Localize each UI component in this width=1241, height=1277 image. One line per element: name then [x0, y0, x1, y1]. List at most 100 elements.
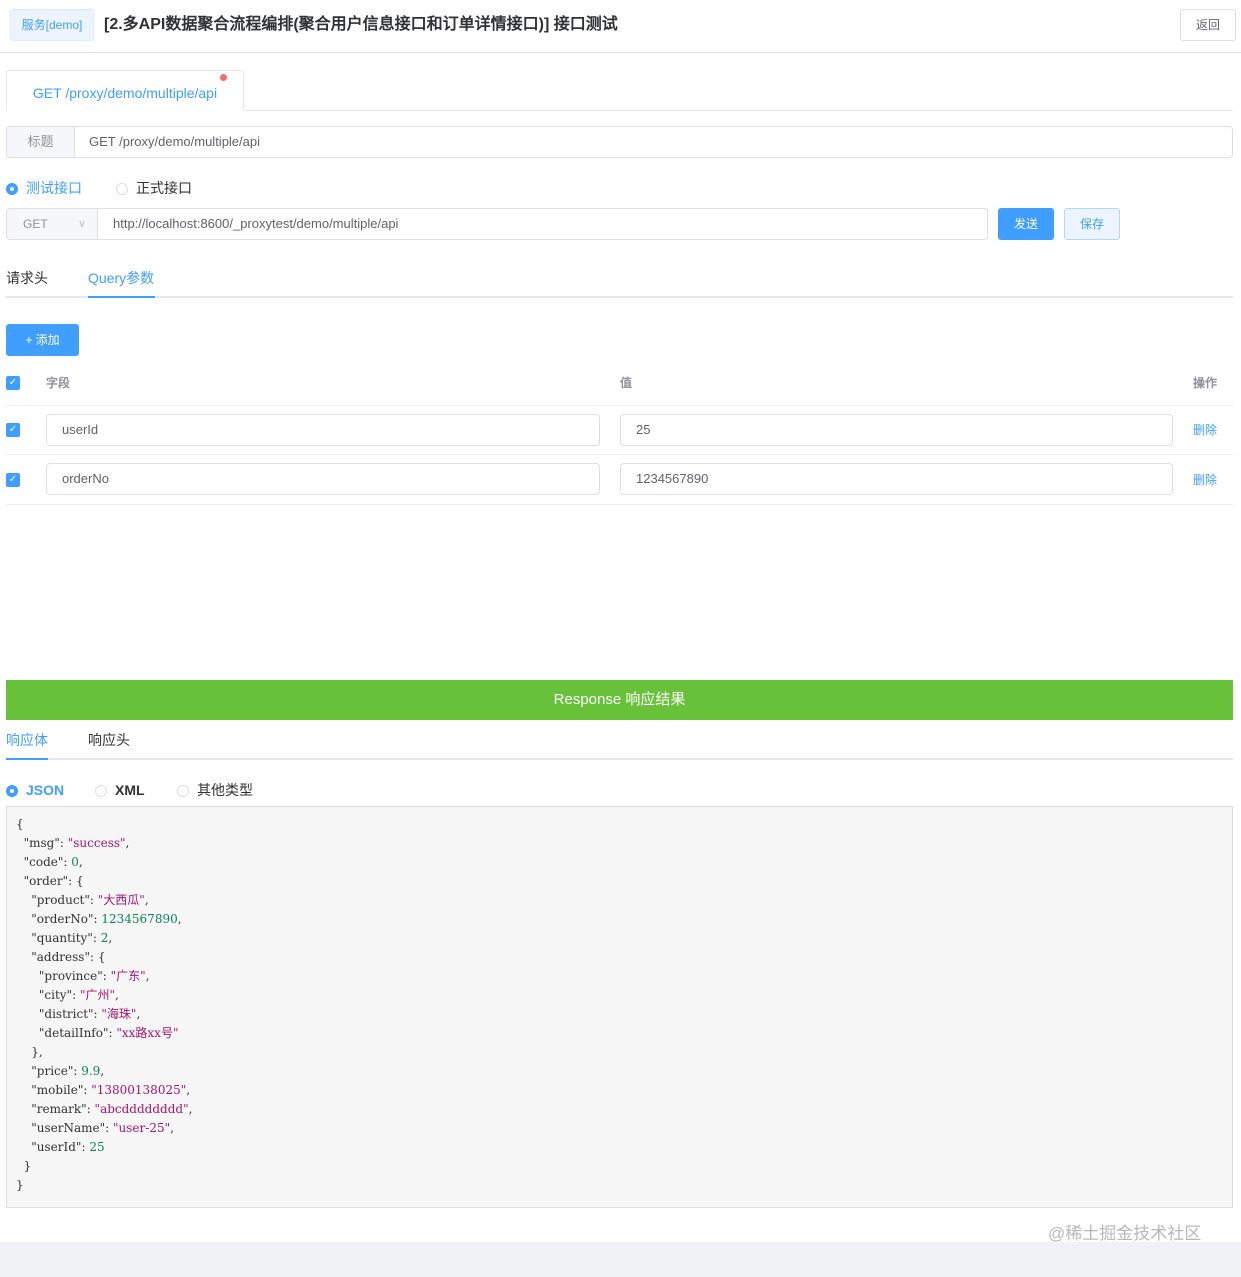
save-button[interactable]: 保存	[1064, 208, 1120, 240]
radio-format-other-label: 其他类型	[197, 782, 253, 798]
param-tabs-divider	[6, 296, 1233, 298]
json-string: "13800138025"	[91, 1083, 187, 1097]
response-json-code: { "msg": "success", "code": 0, "order": …	[16, 815, 192, 1195]
title-prefix-label: 标题	[7, 127, 75, 157]
table-divider	[6, 454, 1233, 455]
json-token: ,	[186, 1083, 191, 1097]
json-token: : {	[68, 874, 84, 888]
json-token: "code"	[16, 855, 64, 869]
response-header-bar: Response 响应结果	[6, 680, 1233, 720]
json-token: ,	[177, 912, 182, 926]
json-string: "广州"	[79, 988, 115, 1002]
request-tab[interactable]: GET /proxy/demo/multiple/api	[6, 70, 244, 111]
param-tab-active-indicator	[88, 296, 155, 298]
json-token: ,	[170, 1121, 174, 1135]
delete-row-link[interactable]: 删除	[1193, 422, 1217, 438]
json-token: "price"	[16, 1064, 74, 1078]
json-token: "userName"	[16, 1121, 106, 1135]
column-header-value: 值	[620, 376, 633, 390]
tab-response-body[interactable]: 响应体	[6, 730, 48, 750]
json-string: "大西瓜"	[97, 893, 145, 907]
json-token: "msg"	[16, 836, 60, 850]
radio-test-env[interactable]: 测试接口	[6, 180, 82, 196]
json-token: "detailInfo"	[16, 1026, 109, 1040]
json-token: :	[86, 1102, 95, 1116]
add-param-button[interactable]: + 添加	[6, 324, 79, 356]
radio-unchecked-icon	[116, 183, 128, 195]
json-number: 25	[89, 1140, 105, 1154]
radio-checked-icon	[6, 785, 18, 797]
radio-format-other[interactable]: 其他类型	[177, 782, 253, 798]
url-input[interactable]: http://localhost:8600/_proxytest/demo/mu…	[97, 208, 988, 240]
json-token: },	[16, 1045, 43, 1059]
page-footer	[0, 1242, 1241, 1277]
page-title: [2.多API数据聚合流程编排(聚合用户信息接口和订单详情接口)] 接口测试	[104, 16, 618, 33]
code-line: "orderNo": 1234567890,	[16, 910, 192, 929]
json-token: "product"	[16, 893, 90, 907]
code-line: },	[16, 1043, 192, 1062]
title-input[interactable]: GET /proxy/demo/multiple/api	[89, 127, 260, 157]
json-token: ,	[100, 1064, 105, 1078]
json-token: ,	[115, 988, 119, 1002]
param-value-input[interactable]: 1234567890	[620, 463, 1173, 495]
unsaved-dot-icon	[220, 74, 227, 81]
code-line: "price": 9.9,	[16, 1062, 192, 1081]
json-token: "order"	[16, 874, 69, 888]
json-token: :	[72, 988, 80, 1002]
response-body-viewer[interactable]: { "msg": "success", "code": 0, "order": …	[6, 806, 1233, 1208]
tab-response-headers[interactable]: 响应头	[88, 730, 130, 750]
code-line: "city": "广州",	[16, 986, 192, 1005]
json-string: "user-25"	[113, 1121, 171, 1135]
json-token: "address"	[16, 950, 90, 964]
code-line: }	[16, 1157, 192, 1176]
param-key-input[interactable]: userId	[46, 414, 600, 446]
radio-format-xml-label: XML	[115, 782, 145, 798]
back-button[interactable]: 返回	[1180, 9, 1236, 41]
code-line: "userName": "user-25",	[16, 1119, 192, 1138]
json-token: "orderNo"	[16, 912, 94, 926]
code-line: "quantity": 2,	[16, 929, 192, 948]
row-checkbox[interactable]: ✓	[6, 473, 20, 487]
radio-format-json[interactable]: JSON	[6, 782, 64, 798]
json-token: "city"	[16, 988, 73, 1002]
title-field[interactable]: 标题 GET /proxy/demo/multiple/api	[6, 126, 1233, 158]
json-token: "userId"	[16, 1140, 82, 1154]
json-string: "xx路xx号"	[116, 1026, 179, 1040]
check-icon: ✓	[8, 377, 18, 388]
radio-format-xml[interactable]: XML	[95, 782, 145, 798]
tab-request-headers[interactable]: 请求头	[6, 268, 48, 288]
param-value-input[interactable]: 25	[620, 414, 1173, 446]
check-icon: ✓	[8, 474, 18, 485]
column-header-action: 操作	[1193, 376, 1218, 390]
json-token: ,	[144, 893, 149, 907]
delete-row-link[interactable]: 删除	[1193, 472, 1217, 488]
json-token: ,	[188, 1102, 193, 1116]
watermark: @稀土掘金技术社区	[1048, 1224, 1202, 1243]
param-key-input[interactable]: orderNo	[46, 463, 600, 495]
json-token: "remark"	[16, 1102, 87, 1116]
radio-test-env-label: 测试接口	[26, 180, 82, 196]
method-select[interactable]: GET ∨	[6, 208, 98, 240]
radio-checked-icon	[6, 183, 18, 195]
response-tabs-divider	[6, 758, 1233, 760]
json-number: 0	[71, 855, 79, 869]
send-button[interactable]: 发送	[998, 208, 1054, 240]
row-checkbox[interactable]: ✓	[6, 423, 20, 437]
code-line: "detailInfo": "xx路xx号"	[16, 1024, 192, 1043]
code-line: "msg": "success",	[16, 834, 192, 853]
json-token: :	[89, 893, 98, 907]
code-line: "province": "广东",	[16, 967, 192, 986]
json-token: }	[16, 1159, 32, 1173]
select-all-checkbox[interactable]: ✓	[6, 376, 20, 390]
radio-prod-env[interactable]: 正式接口	[116, 180, 192, 196]
code-line: "userId": 25	[16, 1138, 192, 1157]
json-token: ,	[125, 836, 130, 850]
tab-query-params[interactable]: Query参数	[88, 268, 154, 288]
table-divider	[6, 405, 1233, 406]
column-header-field: 字段	[46, 376, 71, 390]
json-token: }	[16, 1178, 24, 1192]
json-token: :	[59, 836, 68, 850]
json-token: :	[105, 1121, 114, 1135]
check-icon: ✓	[8, 424, 18, 435]
code-line: "address": {	[16, 948, 192, 967]
